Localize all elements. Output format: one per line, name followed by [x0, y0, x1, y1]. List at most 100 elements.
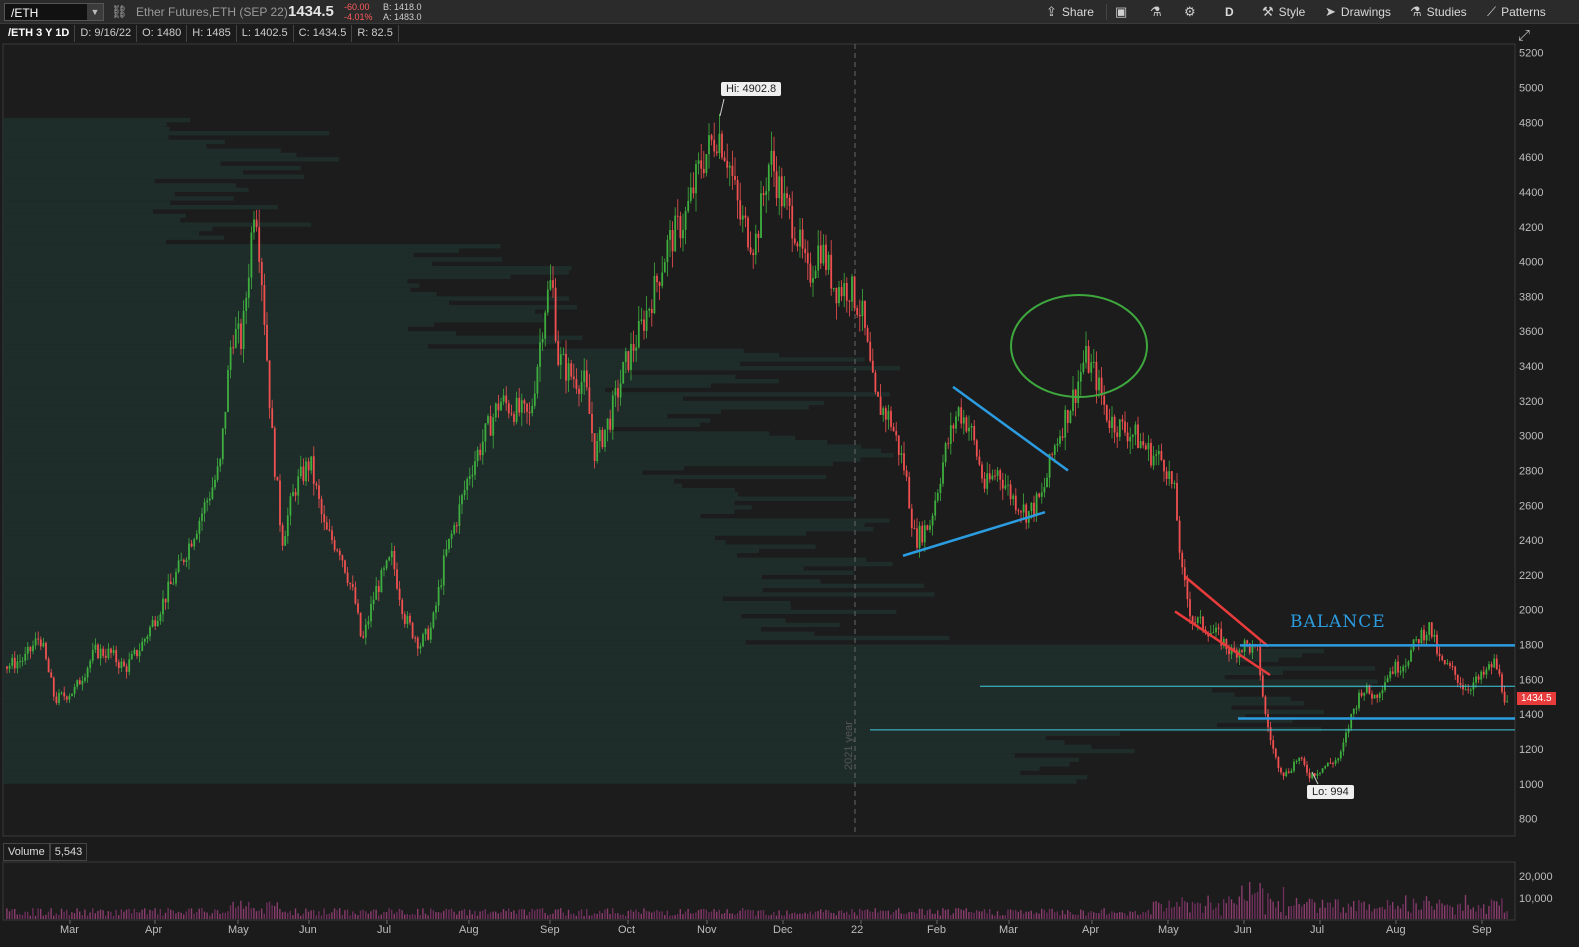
expand-icon[interactable]: ⤢ [1518, 27, 1530, 44]
volume-tick-label: 20,000 [1519, 871, 1553, 883]
volume-bar [391, 909, 393, 919]
candle-body [931, 515, 934, 526]
candle-body [1043, 487, 1046, 493]
candle-body [1033, 502, 1035, 516]
candle-body [741, 215, 744, 220]
volume-bar [965, 908, 967, 919]
volume-bar [1290, 905, 1292, 919]
volume-bar [112, 915, 115, 919]
volume-bar [853, 912, 856, 919]
volume-bar [809, 911, 811, 919]
profile-band [3, 779, 1077, 784]
candle-body [1373, 694, 1376, 699]
candle-body [884, 408, 887, 420]
volume-bar [523, 909, 525, 919]
candle-body [515, 397, 518, 422]
candle-body [575, 379, 578, 389]
volume-bar [812, 914, 814, 919]
candle-body [364, 624, 367, 638]
candle-body [666, 239, 669, 263]
volume-bar [110, 911, 112, 919]
volume-bar [996, 911, 999, 919]
candle-body [198, 520, 201, 534]
x-month-label: Mar [999, 924, 1018, 936]
candle-body [702, 168, 705, 174]
candle-body [484, 423, 487, 442]
volume-bar [843, 913, 845, 919]
volume-bar [1106, 914, 1108, 919]
profile-band [3, 170, 244, 175]
profile-band [3, 248, 459, 253]
volume-bar [1399, 908, 1402, 919]
candle-body [1142, 441, 1145, 446]
candle-body [812, 278, 814, 283]
candle-body [89, 660, 92, 668]
candle-body [1324, 766, 1327, 769]
volume-bar [118, 915, 120, 919]
candle-body [372, 599, 375, 604]
candle-body [325, 522, 328, 530]
price-chart[interactable]: 5200 5000 4800 4600 4400 4200 4000 3800 3600 3400… [0, 0, 1579, 947]
volume-bar [814, 911, 817, 919]
candle-body [1217, 627, 1220, 629]
volume-bar [1217, 903, 1220, 919]
volume-bar [1163, 911, 1165, 919]
candle-body [297, 476, 300, 496]
candle-body [193, 539, 196, 547]
candle-body [474, 461, 476, 475]
candle-body [273, 428, 276, 477]
profile-band [3, 701, 1304, 706]
candle-body [721, 133, 723, 158]
volume-bar [102, 910, 104, 919]
candle-body [674, 215, 677, 252]
volume-bar [1199, 903, 1201, 919]
volume-bar [1165, 907, 1168, 919]
volume-bar [466, 915, 468, 919]
volume-bar [183, 914, 185, 919]
candle-body [856, 308, 859, 315]
candle-body [840, 287, 843, 297]
volume-bar [1181, 897, 1183, 919]
volume-bar [255, 911, 258, 919]
x-month-label: Jul [377, 924, 391, 936]
volume-bar [1230, 899, 1233, 919]
volume-bar [1353, 900, 1355, 919]
candle-body [778, 176, 781, 199]
candle-body [851, 276, 853, 302]
volume-bar [942, 908, 944, 919]
profile-band [3, 692, 1235, 697]
candle-body [1381, 690, 1384, 694]
candle-body [1420, 629, 1423, 644]
profile-band [3, 139, 225, 145]
last-price-tag: 1434.5 [1517, 692, 1556, 705]
candle-body [172, 583, 175, 585]
candle-body [390, 551, 393, 558]
volume-bar [1267, 893, 1269, 919]
volume-bar [1433, 909, 1435, 919]
candle-body [632, 343, 635, 351]
candle-body [429, 627, 432, 640]
y-tick-label: 4600 [1519, 152, 1543, 164]
volume-bar [1212, 909, 1214, 919]
candle-body [643, 319, 645, 331]
volume-bar [952, 913, 954, 919]
volume-bar [955, 908, 957, 919]
volume-bar [1236, 904, 1238, 919]
volume-bar [336, 910, 338, 919]
volume-bar [1137, 914, 1139, 919]
candle-body [292, 492, 294, 497]
volume-bar [456, 914, 458, 919]
volume-bar [146, 914, 148, 919]
volume-bar [164, 912, 167, 919]
volume-bar [1467, 904, 1469, 919]
volume-bar [960, 909, 962, 919]
volume-bar [1295, 897, 1298, 919]
profile-band [3, 152, 297, 158]
y-tick-label: 4800 [1519, 117, 1543, 129]
volume-bar [593, 913, 596, 919]
profile-band [3, 531, 807, 536]
volume-bar [544, 912, 546, 919]
profile-band [3, 688, 1213, 693]
candle-body [1342, 742, 1345, 752]
volume-bar [190, 908, 193, 919]
